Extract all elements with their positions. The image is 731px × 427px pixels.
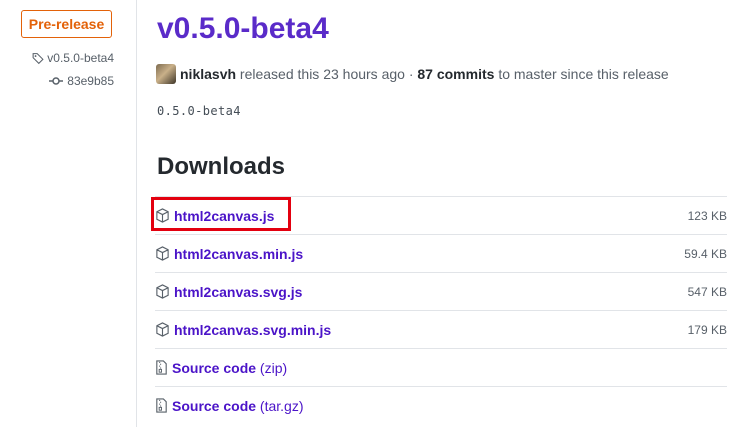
asset-link[interactable]: html2canvas.svg.min.js	[174, 322, 331, 338]
released-text: released this 23 hours ago	[239, 66, 405, 82]
package-icon	[155, 208, 170, 223]
asset-row: Source code (tar.gz)	[155, 386, 727, 424]
commits-suffix: to master since this release	[498, 66, 669, 82]
commit-link[interactable]: 83e9b85	[49, 74, 114, 88]
tag-link[interactable]: v0.5.0-beta4	[32, 51, 114, 65]
commits-count-link[interactable]: 87 commits	[417, 66, 494, 82]
package-icon	[155, 322, 170, 337]
asset-link[interactable]: html2canvas.js	[174, 208, 274, 224]
source-code-label: Source code	[172, 397, 257, 414]
commit-sha: 83e9b85	[67, 74, 114, 88]
package-icon	[155, 284, 170, 299]
asset-row: html2canvas.min.js 59.4 KB	[155, 234, 727, 272]
asset-size: 59.4 KB	[684, 246, 727, 261]
release-meta-column: Pre-release v0.5.0-beta4 83e9b85	[0, 0, 137, 427]
release-page: Pre-release v0.5.0-beta4 83e9b85 v0.5.0-…	[0, 0, 731, 427]
asset-row: html2canvas.js 123 KB	[155, 196, 727, 234]
release-title[interactable]: v0.5.0-beta4	[157, 12, 329, 47]
file-zip-icon	[155, 398, 168, 413]
author-link[interactable]: niklasvh	[180, 66, 236, 82]
asset-size: 547 KB	[687, 284, 727, 299]
asset-size: 179 KB	[687, 322, 727, 337]
asset-link[interactable]: html2canvas.svg.js	[174, 284, 302, 300]
avatar[interactable]	[156, 64, 176, 84]
source-code-targz-link[interactable]: Source code (tar.gz)	[172, 398, 304, 414]
tag-icon	[32, 52, 44, 65]
archive-format: (zip)	[259, 359, 288, 376]
release-description: 0.5.0-beta4	[157, 104, 241, 118]
package-icon	[155, 246, 170, 261]
source-code-zip-link[interactable]: Source code (zip)	[172, 360, 287, 376]
prerelease-badge[interactable]: Pre-release	[21, 10, 112, 38]
release-byline: niklasvh released this 23 hours ago · 87…	[156, 64, 669, 84]
downloads-heading: Downloads	[157, 153, 286, 180]
file-zip-icon	[155, 360, 168, 375]
asset-size: 123 KB	[687, 208, 727, 223]
asset-row: html2canvas.svg.min.js 179 KB	[155, 310, 727, 348]
tag-name: v0.5.0-beta4	[47, 51, 114, 65]
asset-link[interactable]: html2canvas.min.js	[174, 246, 303, 262]
asset-row: Source code (zip)	[155, 348, 727, 386]
source-code-label: Source code	[172, 359, 257, 376]
downloads-list: html2canvas.js 123 KB html2canvas.min.js…	[155, 196, 727, 424]
git-commit-icon	[49, 76, 64, 86]
archive-format: (tar.gz)	[259, 397, 304, 414]
asset-row: html2canvas.svg.js 547 KB	[155, 272, 727, 310]
